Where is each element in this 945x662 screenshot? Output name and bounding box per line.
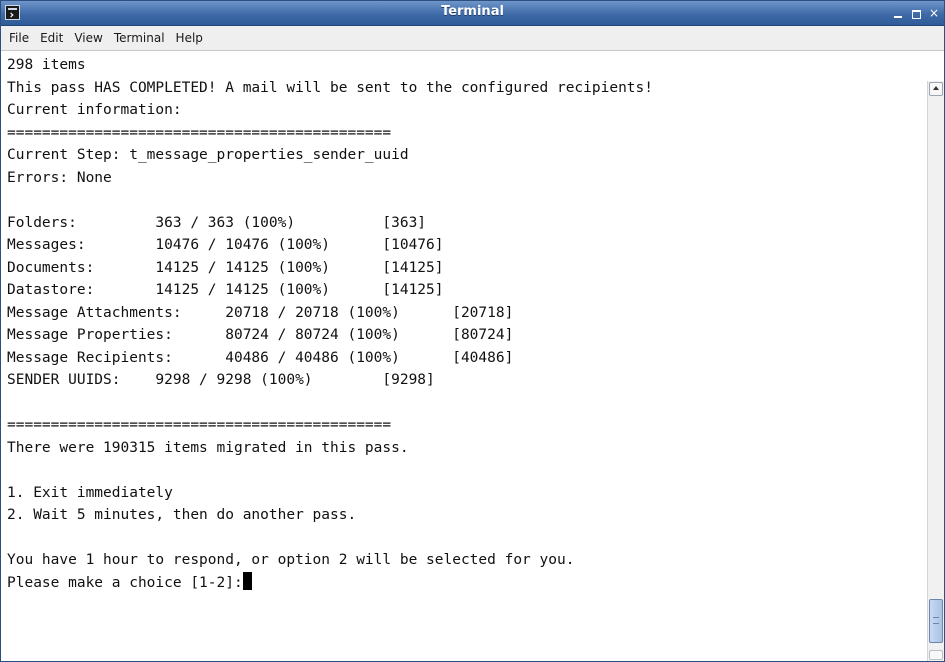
text-cursor (242, 571, 252, 590)
vertical-scrollbar[interactable] (927, 81, 944, 661)
close-icon: × (928, 6, 940, 20)
terminal-line: You have 1 hour to respond, or option 2 … (7, 552, 575, 568)
scroll-up-arrow-icon[interactable] (929, 82, 943, 96)
terminal-line: 1. Exit immediately (7, 484, 173, 501)
title-bar[interactable]: Terminal × (1, 1, 944, 26)
terminal-line: SENDER UUIDS: 9298 / 9298 (100%) [9298] (7, 372, 435, 388)
menu-edit[interactable]: Edit (35, 28, 68, 48)
terminal-line: 2. Wait 5 minutes, then do another pass. (7, 507, 357, 523)
terminal-line: ========================================… (7, 417, 392, 433)
minimize-icon (894, 15, 902, 18)
menu-terminal[interactable]: Terminal (109, 28, 170, 48)
close-button[interactable]: × (926, 5, 942, 21)
prompt-text: Please make a choice [1-2]: (7, 574, 243, 591)
terminal-line: This pass HAS COMPLETED! A mail will be … (7, 79, 654, 96)
window-title: Terminal (441, 4, 504, 19)
terminal-output[interactable]: 298 items This pass HAS COMPLETED! A mai… (1, 51, 926, 661)
menu-file[interactable]: File (4, 28, 34, 48)
terminal-line: Message Recipients: 40486 / 40486 (100%)… (7, 349, 514, 366)
scrollbar-thumb[interactable] (929, 599, 943, 643)
prompt-line[interactable]: Please make a choice [1-2]: (7, 571, 926, 595)
terminal-line: 298 items (7, 57, 86, 73)
menu-bar: File Edit View Terminal Help (1, 26, 944, 51)
scroll-down-arrow-icon[interactable] (929, 650, 943, 660)
menu-view[interactable]: View (69, 28, 107, 48)
window-controls: × (890, 4, 942, 22)
maximize-icon (911, 10, 921, 19)
terminal-window: Terminal × File Edit View Terminal Help … (0, 0, 945, 662)
terminal-line: Folders: 363 / 363 (100%) [363] (7, 214, 427, 231)
terminal-line: Message Attachments: 20718 / 20718 (100%… (7, 304, 514, 321)
terminal-line: Documents: 14125 / 14125 (100%) [14125] (7, 259, 444, 276)
terminal-line: Errors: None (7, 169, 112, 186)
maximize-button[interactable] (908, 5, 924, 21)
terminal-line: There were 190315 items migrated in this… (7, 439, 409, 456)
terminal-line: Current information: (7, 102, 182, 118)
terminal-line: Current Step: t_message_properties_sende… (7, 147, 409, 163)
terminal-line: ========================================… (7, 124, 392, 141)
minimize-button[interactable] (890, 5, 906, 21)
terminal-line: Messages: 10476 / 10476 (100%) [10476] (7, 237, 444, 253)
terminal-line: Datastore: 14125 / 14125 (100%) [14125] (7, 282, 444, 298)
menu-help[interactable]: Help (171, 28, 208, 48)
terminal-line: Message Properties: 80724 / 80724 (100%)… (7, 327, 514, 343)
